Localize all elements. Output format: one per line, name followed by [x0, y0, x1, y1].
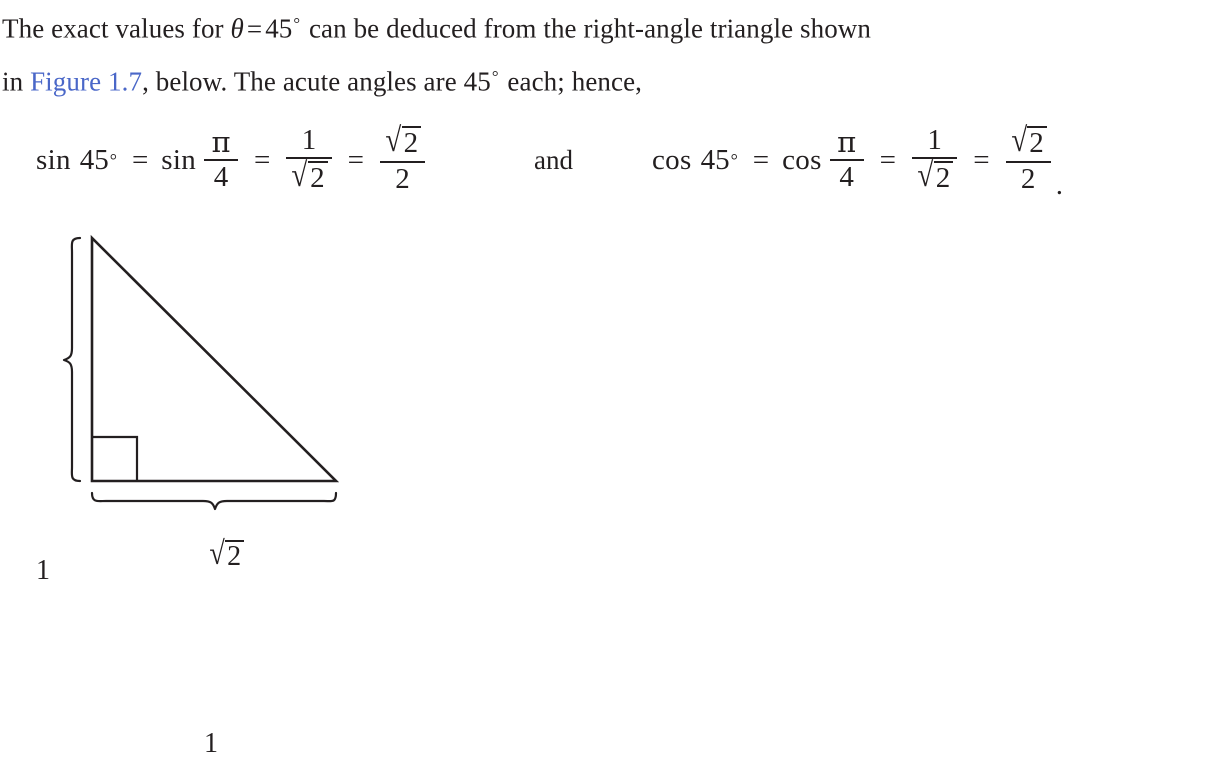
- equals-sign: =: [246, 13, 263, 44]
- relation-2: =: [254, 143, 271, 176]
- one-over-root-two-fraction: 1 √ 2: [912, 124, 958, 196]
- radical-sign-icon: √: [291, 157, 308, 195]
- radicand: 2: [933, 161, 954, 194]
- hypotenuse-label: √ 2: [208, 536, 245, 572]
- conjunction-and: and: [534, 144, 573, 175]
- radicand: 2: [225, 540, 245, 572]
- prose-text-line2-lead: in: [2, 66, 31, 97]
- degree-symbol: °: [293, 14, 301, 33]
- radical-sign-icon: √: [1010, 122, 1027, 160]
- horizontal-side-label: 1: [204, 728, 218, 759]
- horizontal-dimension-brace: [90, 491, 338, 511]
- figure-reference-link[interactable]: Figure 1.7: [30, 66, 142, 96]
- degree-symbol-cos: °: [730, 149, 738, 170]
- root-two-denominator: √ 2: [912, 159, 957, 196]
- root-two-numerator: √ 2: [380, 124, 425, 161]
- radical-expression: √ 2: [208, 536, 245, 572]
- two-denominator: 2: [395, 162, 410, 195]
- relation-1: =: [131, 143, 149, 176]
- root-two-over-two-fraction: √ 2 2: [379, 124, 426, 196]
- prose-text-line2-mid: , below. The acute angles are: [142, 66, 464, 97]
- radical-expression: √ 2: [1010, 122, 1047, 160]
- acute-angle-value: 45: [463, 66, 491, 97]
- prose-text-line2-tail: each; hence,: [500, 66, 643, 97]
- relation-3: =: [347, 143, 364, 176]
- pi-over-four-fraction: π 4: [829, 125, 864, 194]
- vertical-dimension-brace: [62, 236, 82, 483]
- four-denominator: 4: [839, 161, 854, 193]
- display-equation-row: sin 45 ° = sin π 4 = 1 √ 2 = √ 2 2 and c…: [0, 112, 1226, 208]
- cos-degree-argument: 45: [700, 143, 730, 176]
- intro-paragraph: The exact values for θ = 45° can be deduce…: [2, 0, 1224, 105]
- triangle-outline: [90, 234, 340, 483]
- sine-identity-equation: sin 45 ° = sin π 4 = 1 √ 2 = √ 2 2: [36, 112, 428, 208]
- cos-operator-2: cos: [782, 143, 822, 176]
- relation-2: =: [879, 143, 897, 176]
- sin-degree-argument: 45: [79, 143, 109, 176]
- root-two-denominator: √ 2: [286, 159, 331, 196]
- theta-symbol: θ: [230, 13, 244, 44]
- triangle-diagram-svg: [62, 234, 340, 511]
- degree-symbol-2: °: [491, 66, 499, 86]
- pi-numerator: π: [837, 125, 857, 159]
- one-numerator: 1: [927, 124, 942, 157]
- relation-1: =: [752, 143, 770, 176]
- vertical-side-label: 1: [36, 555, 50, 586]
- root-two-over-two-fraction: √ 2 2: [1005, 124, 1051, 196]
- radical-expression: √ 2: [916, 157, 954, 195]
- pi-over-four-fraction: π 4: [204, 125, 239, 194]
- pi-numerator: π: [211, 125, 231, 159]
- terminal-period: .: [1055, 169, 1063, 201]
- radicand: 2: [401, 126, 422, 159]
- degree-symbol-sin: °: [109, 149, 117, 170]
- radicand: 2: [1027, 126, 1047, 159]
- prose-text-before-theta: The exact values for: [2, 13, 231, 44]
- radical-sign-icon: √: [209, 536, 225, 572]
- two-denominator: 2: [1020, 162, 1036, 195]
- radical-expression: √ 2: [384, 122, 422, 160]
- radicand: 2: [308, 161, 328, 194]
- one-over-root-two-fraction: 1 √ 2: [286, 124, 332, 196]
- right-triangle-figure: 1 1 √ 2: [0, 216, 420, 759]
- one-numerator: 1: [301, 124, 317, 157]
- right-angle-marker-icon: [92, 435, 139, 481]
- cosine-identity-equation: cos 45 ° = cos π 4 = 1 √ 2 = √ 2 2 .: [652, 112, 1063, 208]
- prose-text-after-angle: can be deduced from the right-angle tria…: [302, 13, 872, 44]
- sin-operator-2: sin: [161, 143, 197, 176]
- radical-sign-icon: √: [385, 122, 402, 160]
- sin-operator: sin: [36, 143, 71, 176]
- cos-operator: cos: [652, 143, 692, 176]
- angle-value: 45: [265, 13, 293, 44]
- root-two-numerator: √ 2: [1006, 124, 1051, 161]
- radical-expression: √ 2: [290, 157, 328, 195]
- four-denominator: 4: [213, 161, 229, 193]
- radical-sign-icon: √: [917, 157, 934, 195]
- relation-3: =: [973, 143, 990, 176]
